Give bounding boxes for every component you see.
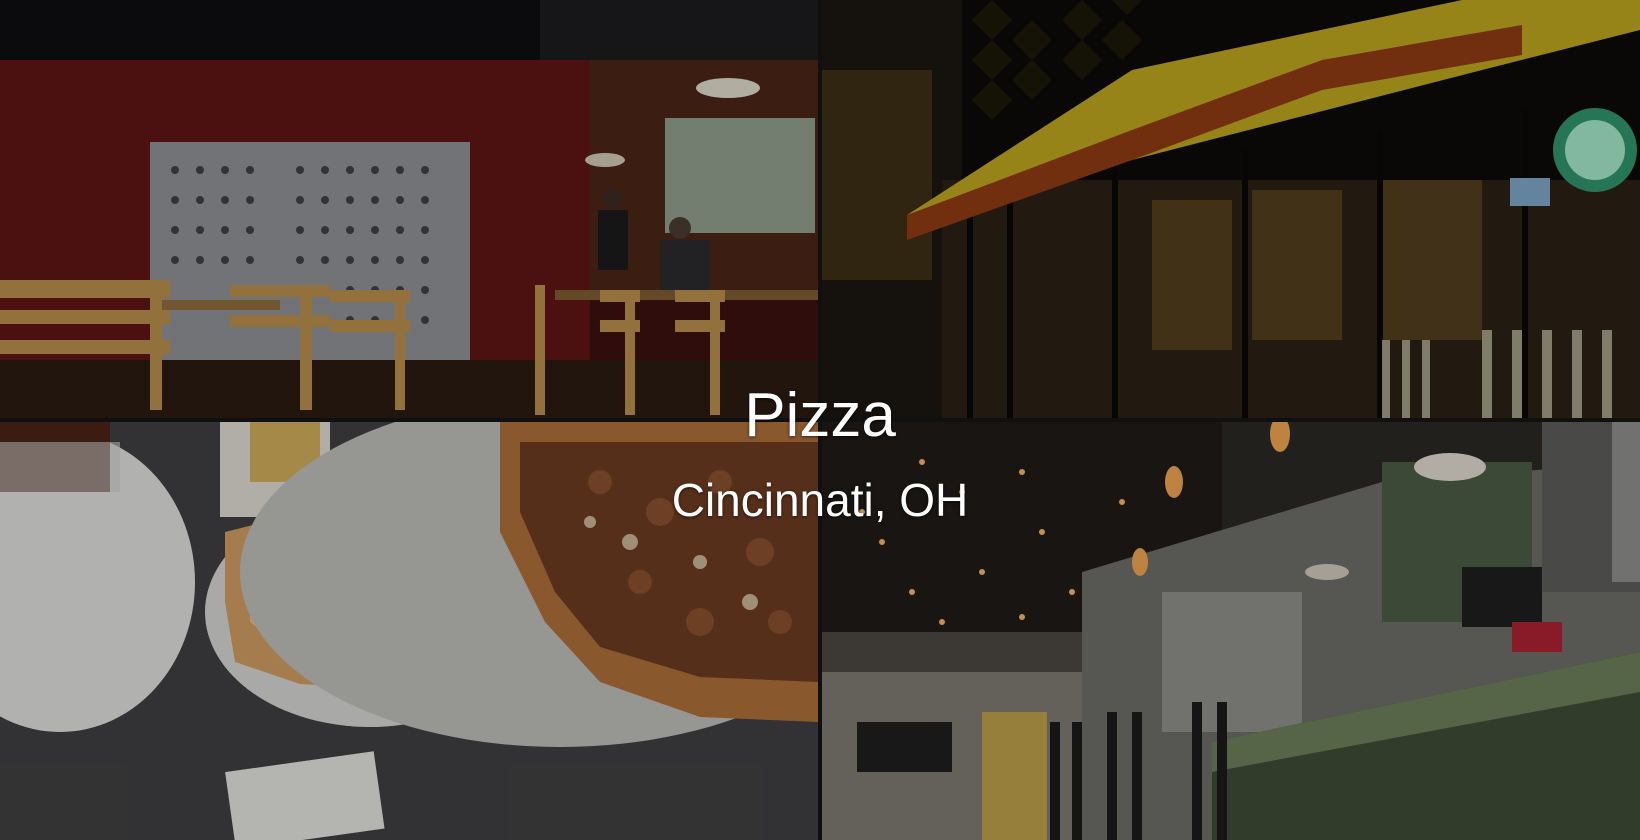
dining-room-photo	[0, 0, 818, 418]
location-subtitle: Cincinnati, OH	[671, 474, 969, 526]
page-title: Pizza	[744, 381, 896, 450]
storefront-night-photo	[822, 0, 1640, 418]
